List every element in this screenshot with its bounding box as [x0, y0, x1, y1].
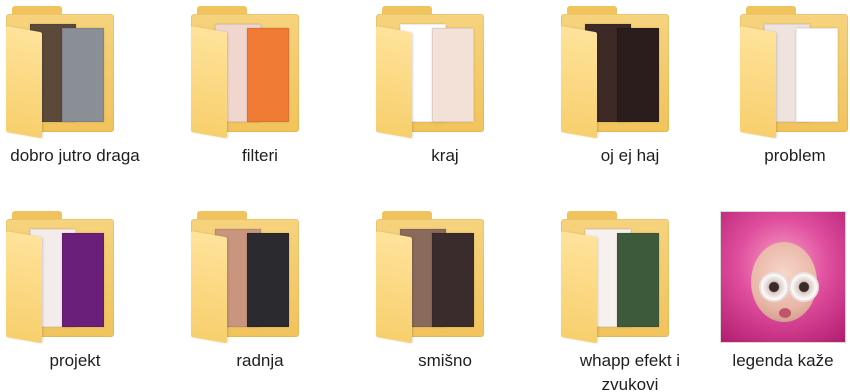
file-explorer-grid: dobro jutro draga filteri kraj oj ej haj… [0, 0, 850, 392]
folder-label: smišno [418, 351, 472, 370]
eye-shape [789, 272, 819, 302]
folder-label: filteri [242, 146, 278, 165]
folder-item[interactable]: radnja [185, 205, 335, 373]
folder-preview-page [62, 233, 104, 327]
folder-label: dobro jutro draga [10, 146, 140, 165]
folder-thumbnail [740, 0, 850, 140]
folder-label: problem [764, 146, 826, 165]
folder-preview-page [432, 233, 474, 327]
folder-preview-page [617, 28, 659, 122]
folder-icon [191, 6, 301, 139]
folder-label: projekt [49, 351, 101, 370]
image-preview [720, 211, 846, 343]
mouth-shape [779, 308, 791, 318]
folder-thumbnail [0, 205, 150, 345]
folder-label: whapp efekt i zvukovi [579, 351, 681, 392]
folder-label: kraj [431, 146, 459, 165]
folder-front [191, 26, 227, 139]
folder-icon [376, 6, 486, 139]
folder-front [6, 231, 42, 344]
image-thumbnail [716, 205, 850, 345]
folder-label: oj ej haj [600, 146, 660, 165]
image-file-item[interactable]: legenda kaže [716, 205, 850, 373]
folder-preview-page [432, 28, 474, 122]
folder-thumbnail [555, 0, 705, 140]
folder-icon [6, 211, 116, 344]
folder-thumbnail [370, 0, 520, 140]
folder-icon [740, 6, 850, 139]
folder-item[interactable]: filteri [185, 0, 335, 168]
folder-thumbnail [555, 205, 705, 345]
folder-icon [561, 6, 671, 139]
folder-preview-page [247, 233, 289, 327]
folder-item[interactable]: problem [740, 0, 850, 168]
folder-front [376, 26, 412, 139]
folder-preview-page [796, 28, 838, 122]
folder-thumbnail [370, 205, 520, 345]
folder-icon [191, 211, 301, 344]
folder-item[interactable]: whapp efekt i zvukovi [555, 205, 705, 392]
folder-icon [6, 6, 116, 139]
folder-item[interactable]: smišno [370, 205, 520, 373]
folder-front [376, 231, 412, 344]
folder-item[interactable]: oj ej haj [555, 0, 705, 168]
folder-preview-page [617, 233, 659, 327]
folder-item[interactable]: projekt [0, 205, 150, 373]
folder-preview-page [247, 28, 289, 122]
image-file-label: legenda kaže [732, 351, 834, 370]
folder-thumbnail [0, 0, 150, 140]
folder-item[interactable]: kraj [370, 0, 520, 168]
folder-thumbnail [185, 0, 335, 140]
folder-front [6, 26, 42, 139]
folder-icon [561, 211, 671, 344]
folder-front [561, 231, 597, 344]
folder-preview-page [62, 28, 104, 122]
folder-front [191, 231, 227, 344]
folder-front [740, 26, 776, 139]
folder-front [561, 26, 597, 139]
folder-item[interactable]: dobro jutro draga [0, 0, 150, 168]
eye-shape [759, 272, 789, 302]
folder-icon [376, 211, 486, 344]
folder-thumbnail [185, 205, 335, 345]
folder-label: radnja [236, 351, 284, 370]
